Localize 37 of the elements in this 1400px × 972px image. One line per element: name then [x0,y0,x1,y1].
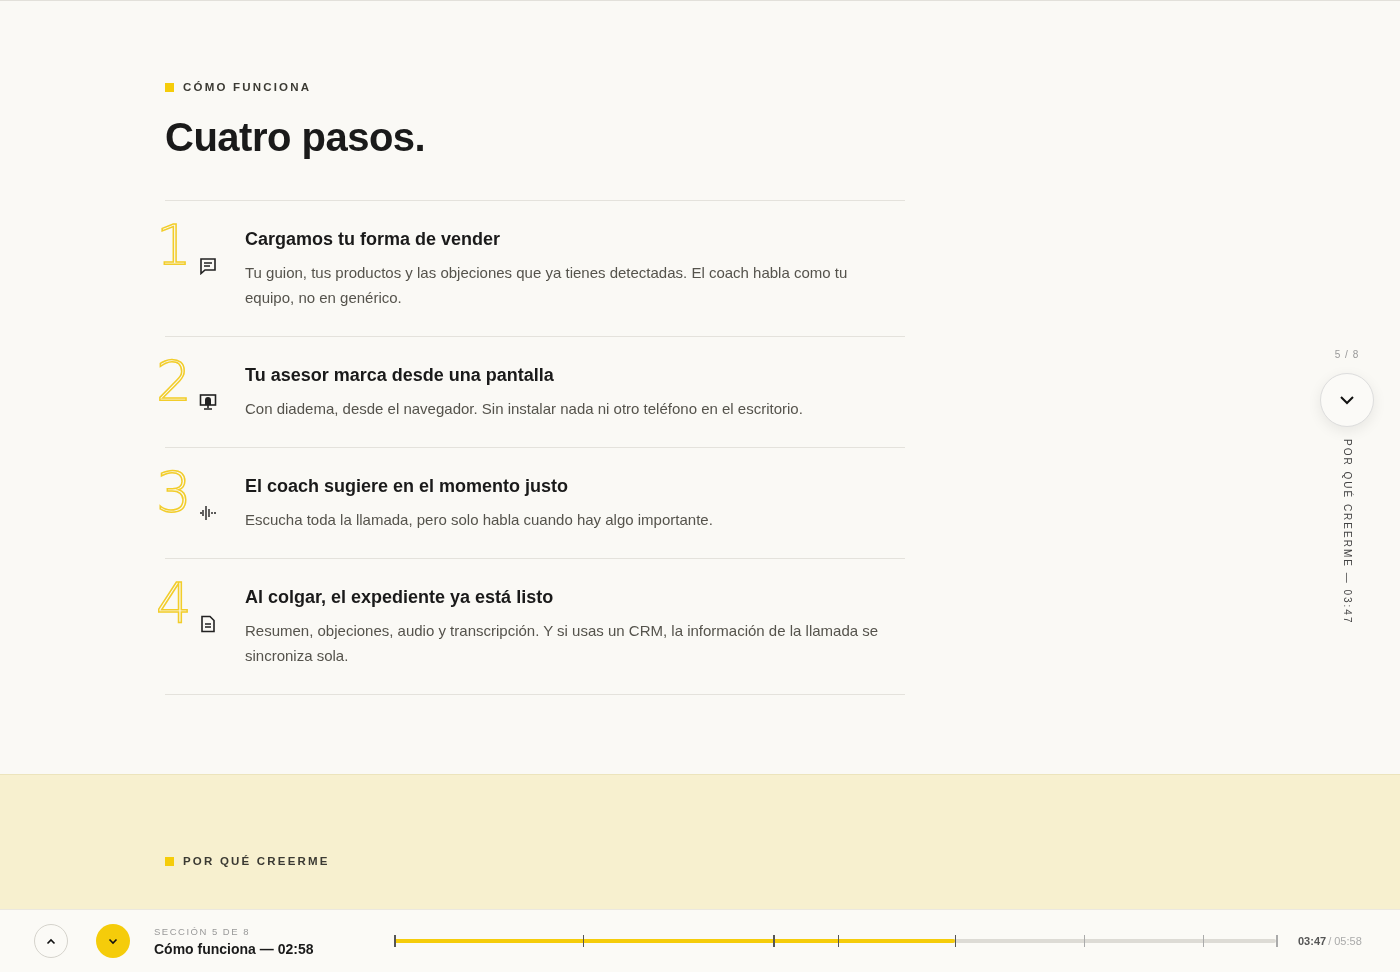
progress-track[interactable] [394,939,1276,943]
waveform-icon [199,504,217,522]
chevron-down-icon [108,937,118,945]
section-title: Cuatro pasos. [165,115,427,160]
document-icon [199,615,217,633]
next-section-button[interactable] [1320,373,1374,427]
section-label: SECCIÓN 5 DE 8 [154,925,251,937]
step-description: Escucha toda la llamada, pero solo habla cuando hay algo importante. [245,510,713,530]
step-number: 4 [156,575,192,631]
step-description: Tu guion, tus productos y las objeciones que ya tienes detectadas. El coach habla como tu equipo, no en genérico. [245,263,849,308]
step-number: 2 [156,353,192,409]
chevron-down-icon [1339,395,1355,405]
monitor-icon [199,393,217,411]
current-section: Cómo funciona — 02:58 [154,940,394,957]
next-section-label: POR QUÉ CREERME — 03:47 [1341,439,1353,625]
section-tick[interactable] [954,935,957,947]
chat-icon [199,257,217,275]
section-tick[interactable] [837,935,840,947]
square-bullet-icon [165,82,174,92]
section-tick[interactable] [582,935,585,947]
step-title: Al colgar, el expediente ya está listo [245,587,555,608]
step-number: 1 [156,217,192,273]
step-number: 3 [156,464,192,520]
elapsed-time: 03:47 [1298,935,1327,947]
step-title: El coach sugiere en el momento justo [245,476,570,497]
section-counter: 5 / 8 [1334,349,1360,360]
step-description: Con diadema, desde el navegador. Sin instalar nada ni otro teléfono en el escritorio. [245,399,803,419]
next-section-button[interactable] [96,924,130,958]
previous-section-button[interactable] [34,924,68,958]
step-title: Tu asesor marca desde una pantalla [245,365,555,386]
square-bullet-icon [165,856,174,866]
section-eyebrow: CÓMO FUNCIONA [183,81,312,93]
total-time: / 05:58 [1328,935,1362,947]
step-description: Resumen, objeciones, audio y transcripción. Y si usas un CRM, la información de la llamada se sincroniza sola. [245,621,880,666]
step-title: Cargamos tu forma de vender [245,229,502,250]
section-eyebrow: POR QUÉ CREERME [183,855,330,867]
chevron-up-icon [46,937,56,945]
